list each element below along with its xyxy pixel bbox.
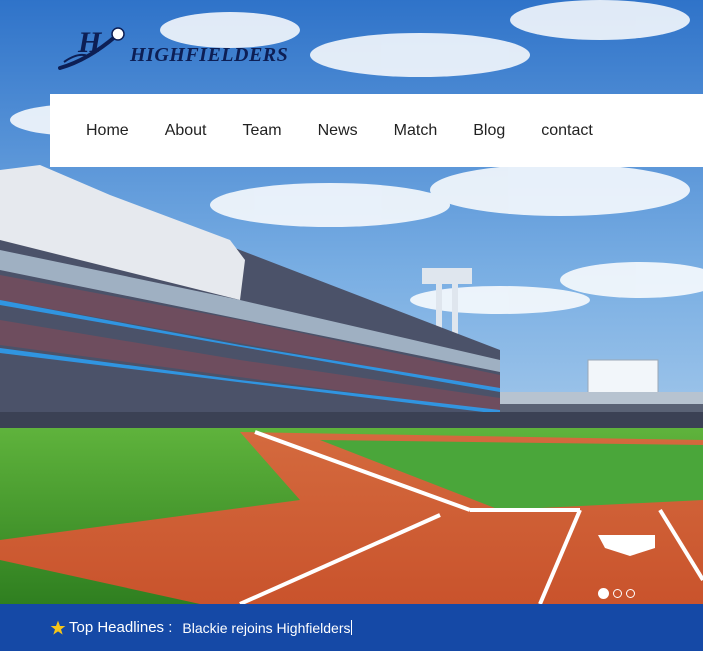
hero-stadium-image bbox=[0, 0, 703, 604]
slider-dot-3[interactable] bbox=[626, 589, 635, 598]
nav-item-match[interactable]: Match bbox=[394, 122, 438, 140]
nav-item-about[interactable]: About bbox=[165, 122, 207, 140]
nav-item-contact[interactable]: contact bbox=[541, 122, 593, 140]
headline-ticker: Top Headlines : Blackie rejoins Highfiel… bbox=[0, 604, 703, 651]
main-navigation: Home About Team News Match Blog contact bbox=[50, 94, 703, 167]
brand-logo[interactable]: H HIGHFIELDERS bbox=[58, 22, 288, 74]
ticker-headline-link[interactable]: Blackie rejoins Highfielders bbox=[182, 619, 353, 636]
nav-item-home[interactable]: Home bbox=[86, 122, 129, 140]
brand-name: HIGHFIELDERS bbox=[130, 43, 289, 66]
star-icon bbox=[50, 620, 66, 635]
nav-item-news[interactable]: News bbox=[318, 122, 358, 140]
ticker-label: Top Headlines : bbox=[69, 619, 173, 636]
baseball-bat-logo-icon: H bbox=[58, 26, 125, 70]
ticker-headline-text: Blackie rejoins Highfielders bbox=[182, 619, 351, 636]
slider-dot-2[interactable] bbox=[613, 589, 622, 598]
text-cursor bbox=[351, 619, 353, 635]
nav-item-team[interactable]: Team bbox=[243, 122, 282, 140]
stadium-illustration bbox=[0, 0, 703, 604]
slider-pagination bbox=[598, 588, 635, 599]
nav-item-blog[interactable]: Blog bbox=[473, 122, 505, 140]
slider-dot-1[interactable] bbox=[598, 588, 609, 599]
